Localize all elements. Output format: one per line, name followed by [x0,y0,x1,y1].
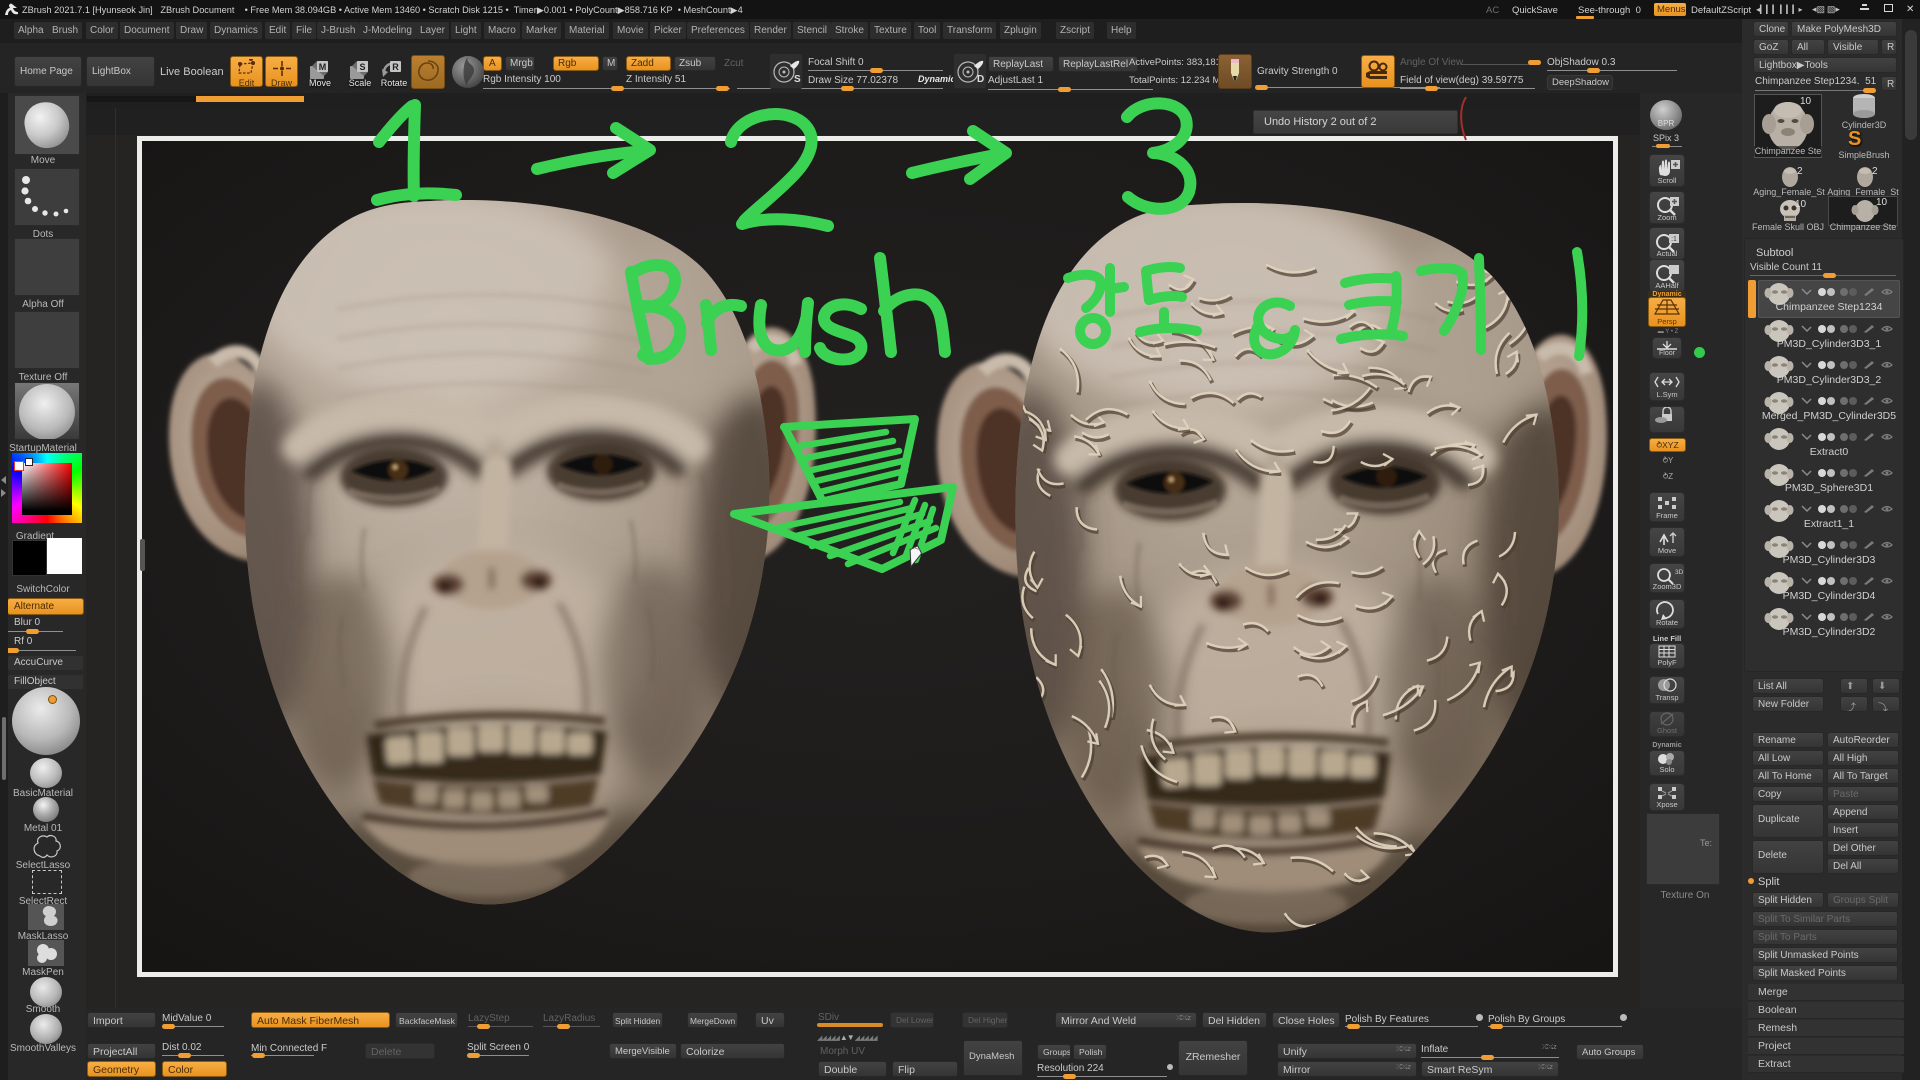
svg-text::1: :1 [1671,236,1677,243]
svg-text:3D: 3D [1675,569,1684,576]
svg-text:R: R [392,62,399,72]
svg-text:S: S [359,62,365,72]
svg-text:D: D [977,74,984,85]
svg-text:M: M [319,62,327,72]
svg-text:S: S [794,74,801,85]
